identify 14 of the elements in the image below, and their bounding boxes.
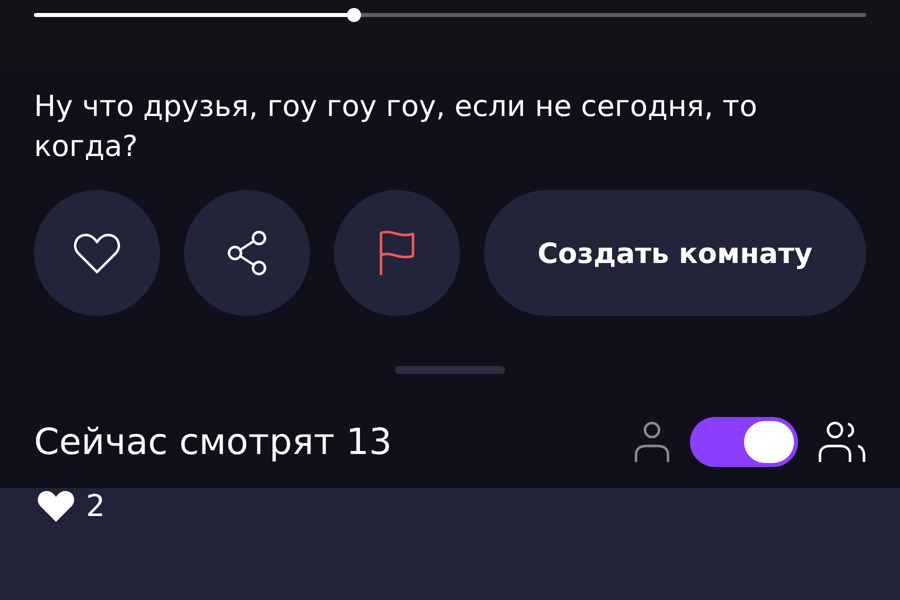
create-room-button[interactable]: Создать комнату <box>484 190 866 316</box>
viewers-title: Сейчас смотрят 13 <box>34 422 393 462</box>
drag-handle[interactable] <box>395 366 505 374</box>
people-icon <box>818 421 866 463</box>
group-toggle[interactable] <box>690 417 798 467</box>
heart-icon <box>36 488 76 524</box>
heart-icon <box>73 232 121 274</box>
message-text: Ну что друзья, гоу гоу гоу, если не сегодня, то когда? <box>34 88 758 165</box>
progress-track[interactable] <box>34 8 866 22</box>
person-icon <box>634 421 670 463</box>
like-count: 2 <box>86 488 106 524</box>
progress-thumb[interactable] <box>347 8 362 22</box>
flag-icon <box>377 230 417 276</box>
share-icon <box>225 230 269 276</box>
